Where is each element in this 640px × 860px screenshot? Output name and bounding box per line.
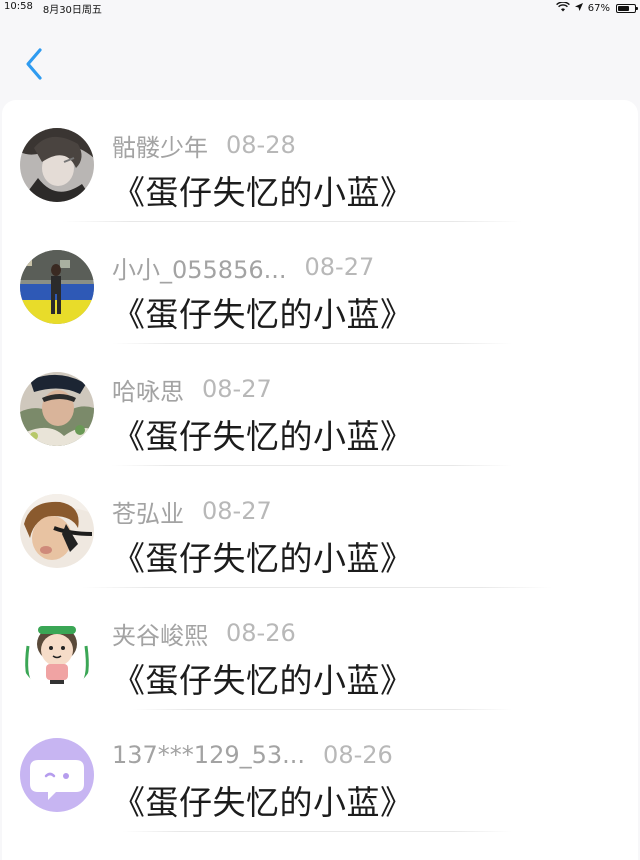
meta-line: 骷髅少年 08-28 xyxy=(112,128,296,162)
username[interactable]: 137***129_53... xyxy=(112,741,305,769)
message-text: 《蛋仔失忆的小蓝》 xyxy=(112,783,414,822)
message-list: 骷髅少年 08-28 《蛋仔失忆的小蓝》 小小_055856... 08-27 xyxy=(2,100,638,860)
back-button[interactable] xyxy=(18,44,52,84)
meta-line: 137***129_53... 08-26 xyxy=(112,738,393,772)
date: 08-27 xyxy=(304,253,375,281)
nav-bar xyxy=(0,16,640,100)
avatar[interactable] xyxy=(20,738,94,812)
divider xyxy=(122,831,512,832)
username[interactable]: 小小_055856... xyxy=(112,250,287,285)
username[interactable]: 夹谷峻熙 xyxy=(112,616,208,651)
status-time: 10:58 xyxy=(4,0,33,12)
status-bar: 10:58 8月30日周五 67% xyxy=(0,0,640,16)
date: 08-26 xyxy=(226,619,296,647)
list-item[interactable]: 夹谷峻熙 08-26 《蛋仔失忆的小蓝》 xyxy=(2,588,638,710)
meta-line: 夹谷峻熙 08-26 xyxy=(112,616,296,650)
message-text: 《蛋仔失忆的小蓝》 xyxy=(112,661,414,700)
message-text: 《蛋仔失忆的小蓝》 xyxy=(112,295,414,334)
avatar[interactable] xyxy=(20,494,94,568)
status-left: 10:58 8月30日周五 xyxy=(4,1,102,16)
meta-line: 哈咏思 08-27 xyxy=(112,372,272,406)
message-text: 《蛋仔失忆的小蓝》 xyxy=(112,417,414,456)
date: 08-27 xyxy=(202,497,272,525)
battery-percent: 67% xyxy=(587,2,610,14)
message-text: 《蛋仔失忆的小蓝》 xyxy=(112,173,414,212)
location-icon xyxy=(574,2,584,15)
battery-icon xyxy=(616,3,638,13)
list-item[interactable]: 骷髅少年 08-28 《蛋仔失忆的小蓝》 xyxy=(2,100,638,222)
list-item[interactable]: 137***129_53... 08-26 《蛋仔失忆的小蓝》 xyxy=(2,710,638,832)
avatar[interactable] xyxy=(20,616,94,690)
battery-level xyxy=(618,5,629,11)
status-right: 67% xyxy=(555,0,638,15)
date: 08-26 xyxy=(323,741,393,769)
list-item[interactable]: 哈咏思 08-27 《蛋仔失忆的小蓝》 xyxy=(2,344,638,466)
wifi-icon xyxy=(555,0,570,15)
list-item[interactable]: 苍弘业 08-27 《蛋仔失忆的小蓝》 xyxy=(2,466,638,588)
avatar[interactable] xyxy=(20,250,94,324)
avatar[interactable] xyxy=(20,128,94,202)
meta-line: 苍弘业 08-27 xyxy=(112,494,272,528)
username[interactable]: 骷髅少年 xyxy=(112,128,208,163)
username[interactable]: 苍弘业 xyxy=(112,494,184,529)
date: 08-27 xyxy=(202,375,272,403)
username[interactable]: 哈咏思 xyxy=(112,372,184,407)
list-item[interactable]: 小小_055856... 08-27 《蛋仔失忆的小蓝》 xyxy=(2,222,638,344)
meta-line: 小小_055856... 08-27 xyxy=(112,250,374,284)
status-date: 8月30日周五 xyxy=(42,4,102,16)
date: 08-28 xyxy=(226,131,296,159)
avatar[interactable] xyxy=(20,372,94,446)
message-text: 《蛋仔失忆的小蓝》 xyxy=(112,539,414,578)
chevron-left-icon xyxy=(26,48,42,80)
